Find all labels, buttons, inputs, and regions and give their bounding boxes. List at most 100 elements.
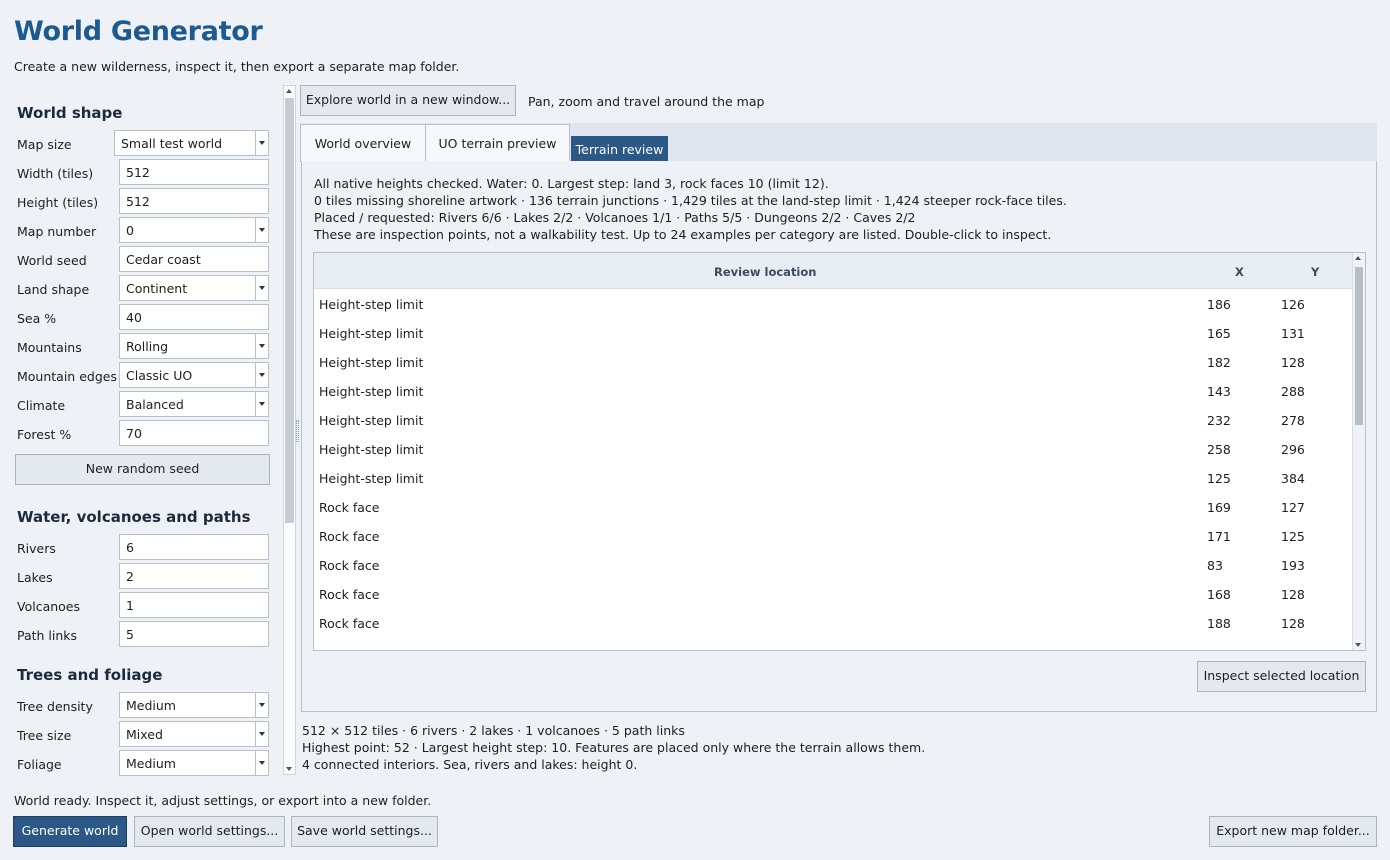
table-row[interactable]: Height-step limit 165 131	[314, 319, 1353, 348]
save-world-settings-button[interactable]: Save world settings...	[291, 816, 438, 847]
table-row[interactable]: Height-step limit 125 384	[314, 464, 1353, 493]
cell-review-location: Rock face	[319, 558, 380, 573]
rivers-input[interactable]: 6	[119, 534, 269, 560]
cell-y: 384	[1281, 471, 1305, 486]
open-world-settings-button[interactable]: Open world settings...	[134, 816, 285, 847]
path-links-input[interactable]: 5	[119, 621, 269, 647]
land-shape-select[interactable]: Continent	[119, 275, 269, 301]
mountains-select[interactable]: Rolling	[119, 333, 269, 359]
world-seed-label: World seed	[17, 253, 87, 268]
scrollbar-thumb[interactable]	[1355, 267, 1363, 425]
mountains-label: Mountains	[17, 340, 82, 355]
climate-value: Balanced	[126, 397, 184, 412]
width-label: Width (tiles)	[17, 166, 94, 181]
map-size-value: Small test world	[121, 136, 223, 151]
map-number-value: 0	[126, 223, 134, 238]
sea-input[interactable]: 40	[119, 304, 269, 330]
scroll-up-icon[interactable]	[1355, 256, 1361, 260]
app-subtitle: Create a new wilderness, inspect it, the…	[14, 59, 460, 74]
cell-y: 128	[1281, 616, 1305, 631]
splitter-handle[interactable]	[296, 420, 299, 442]
map-number-select[interactable]: 0	[119, 217, 269, 243]
scroll-up-icon[interactable]	[286, 89, 292, 93]
cell-y: 193	[1281, 558, 1305, 573]
cell-review-location: Height-step limit	[319, 442, 424, 457]
section-water: Water, volcanoes and paths	[17, 508, 251, 526]
table-row[interactable]: Height-step limit 182 128	[314, 348, 1353, 377]
cell-review-location: Rock face	[319, 587, 380, 602]
export-map-folder-button[interactable]: Export new map folder...	[1209, 816, 1377, 847]
new-random-seed-button[interactable]: New random seed	[15, 454, 270, 485]
status-text: World ready. Inspect it, adjust settings…	[14, 793, 432, 808]
mountain-edges-select[interactable]: Classic UO	[119, 362, 269, 388]
map-size-select[interactable]: Small test world	[114, 130, 269, 156]
cell-y: 127	[1281, 500, 1305, 515]
cell-y: 131	[1281, 326, 1305, 341]
table-row[interactable]: Height-step limit 232 278	[314, 406, 1353, 435]
foliage-select[interactable]: Medium	[119, 750, 269, 776]
width-input[interactable]: 512	[119, 159, 269, 185]
chevron-down-icon	[255, 131, 268, 155]
scrollbar-thumb[interactable]	[285, 98, 294, 523]
section-trees: Trees and foliage	[17, 666, 163, 684]
tab-terrain-review[interactable]: Terrain review	[571, 136, 668, 162]
height-input[interactable]: 512	[119, 188, 269, 214]
app-title: World Generator	[14, 16, 263, 47]
climate-select[interactable]: Balanced	[119, 391, 269, 417]
map-number-label: Map number	[17, 224, 97, 239]
chevron-down-icon	[255, 276, 268, 300]
table-row[interactable]: Rock face 188 128	[314, 609, 1353, 638]
scroll-down-icon[interactable]	[286, 767, 292, 771]
explore-world-button[interactable]: Explore world in a new window...	[300, 85, 516, 116]
tree-size-select[interactable]: Mixed	[119, 721, 269, 747]
volcanoes-input[interactable]: 1	[119, 592, 269, 618]
table-row[interactable]: Rock face 171 125	[314, 522, 1353, 551]
table-row[interactable]: Height-step limit 258 296	[314, 435, 1353, 464]
chevron-down-icon	[255, 363, 268, 387]
cell-review-location: Rock face	[319, 500, 380, 515]
table-row[interactable]: Height-step limit 186 126	[314, 290, 1353, 319]
explore-hint: Pan, zoom and travel around the map	[528, 94, 765, 109]
chevron-down-icon	[255, 722, 268, 746]
table-row[interactable]: Rock face 169 127	[314, 493, 1353, 522]
mountain-edges-value: Classic UO	[126, 368, 193, 383]
table-row[interactable]: Height-step limit 143 288	[314, 377, 1353, 406]
tab-uo-terrain-preview[interactable]: UO terrain preview	[425, 124, 570, 162]
review-info-line: Placed / requested: Rivers 6/6 · Lakes 2…	[314, 210, 916, 225]
table-row[interactable]: Rock face 83 193	[314, 551, 1353, 580]
tree-size-value: Mixed	[126, 727, 163, 742]
forest-input[interactable]: 70	[119, 420, 269, 446]
scroll-down-icon[interactable]	[1355, 643, 1361, 647]
cell-y: 296	[1281, 442, 1305, 457]
review-info-line: These are inspection points, not a walka…	[314, 227, 1052, 242]
world-seed-input[interactable]: Cedar coast	[119, 246, 269, 272]
section-world-shape: World shape	[17, 104, 123, 122]
cell-x: 169	[1207, 500, 1231, 515]
path-links-label: Path links	[17, 628, 78, 643]
column-x[interactable]: X	[1235, 265, 1244, 279]
map-size-label: Map size	[17, 137, 72, 152]
rivers-label: Rivers	[17, 541, 56, 556]
review-table[interactable]: Review location X Y Height-step limit 186…	[313, 252, 1366, 651]
column-review-location[interactable]: Review location	[714, 265, 816, 279]
tab-world-overview[interactable]: World overview	[300, 124, 426, 162]
cell-review-location: Height-step limit	[319, 384, 424, 399]
foliage-value: Medium	[126, 756, 176, 771]
cell-y: 125	[1281, 529, 1305, 544]
cell-review-location: Height-step limit	[319, 471, 424, 486]
sea-label: Sea %	[17, 311, 57, 326]
inspect-selected-button[interactable]: Inspect selected location	[1197, 661, 1366, 692]
generate-world-button[interactable]: Generate world	[13, 816, 127, 847]
column-y[interactable]: Y	[1311, 265, 1319, 279]
land-shape-value: Continent	[126, 281, 188, 296]
table-scrollbar[interactable]	[1352, 253, 1365, 650]
table-row[interactable]: Rock face 168 128	[314, 580, 1353, 609]
lakes-input[interactable]: 2	[119, 563, 269, 589]
land-shape-label: Land shape	[17, 282, 90, 297]
cell-x: 188	[1207, 616, 1231, 631]
cell-review-location: Height-step limit	[319, 326, 424, 341]
cell-y: 288	[1281, 384, 1305, 399]
tree-density-select[interactable]: Medium	[119, 692, 269, 718]
cell-y: 278	[1281, 413, 1305, 428]
settings-scrollbar[interactable]	[283, 85, 296, 775]
